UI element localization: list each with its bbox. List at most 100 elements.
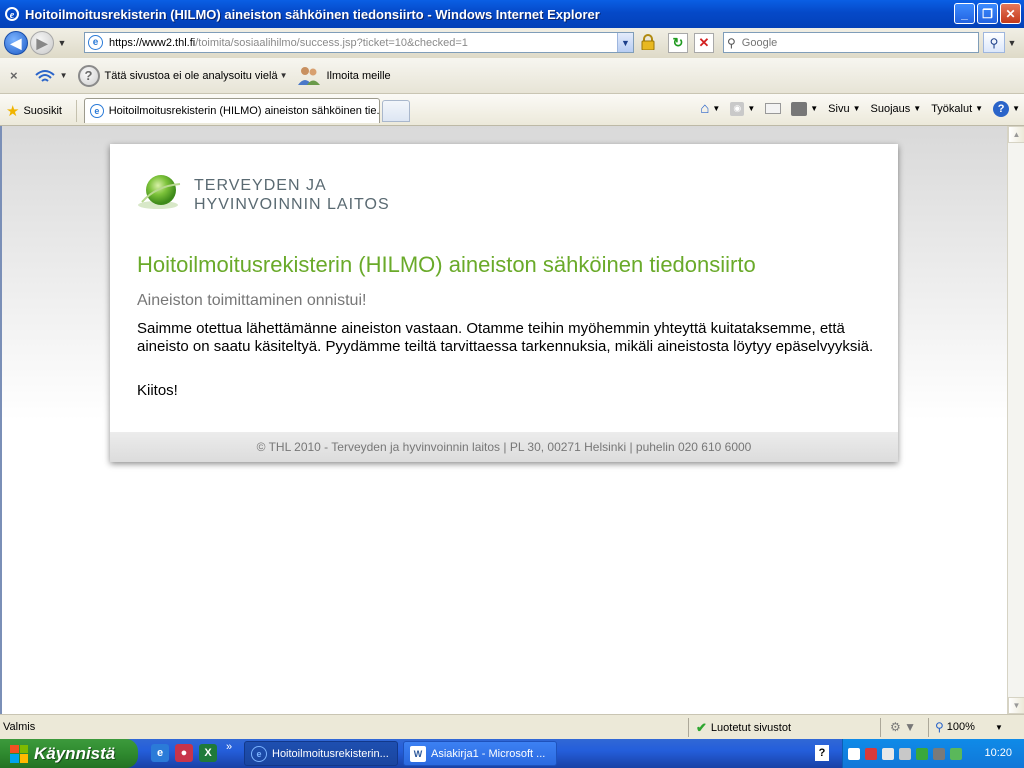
quicklaunch-excel-icon[interactable]: X — [199, 744, 217, 762]
clock[interactable]: 10:20 — [984, 747, 1012, 759]
phishing-filter-dropdown[interactable]: ▼ — [60, 71, 68, 80]
title-bar: e Hoitoilmoitusrekisterin (HILMO) aineis… — [0, 0, 1024, 28]
svg-text:e: e — [10, 10, 15, 21]
favorites-button[interactable]: ★ Suosikit — [6, 102, 62, 120]
stop-button[interactable]: ✕ — [694, 33, 714, 53]
page-title: Hoitoilmoitusrekisterin (HILMO) aineisto… — [137, 252, 756, 277]
search-input[interactable] — [739, 35, 960, 50]
people-icon[interactable] — [297, 65, 321, 87]
window-controls: _ ❐ ✕ — [954, 3, 1021, 24]
body-text: Saimme otettua lähettämänne aineiston va… — [137, 320, 874, 355]
page-menu-label: Sivu — [828, 102, 850, 115]
url-path: /toimita/sosiaalihilmo/success.jsp?ticke… — [195, 36, 468, 49]
taskbar-item-word-label: Asiakirja1 - Microsoft ... — [431, 747, 546, 760]
command-bar: ⌂ ▼ ◉ ▼ ▼ Sivu ▼ Suojaus ▼ Työkalut ▼ ? ▼ — [690, 100, 1020, 117]
print-icon — [791, 101, 808, 116]
page-menu[interactable]: Sivu ▼ — [828, 103, 860, 115]
tray-search-icon[interactable] — [848, 747, 860, 760]
read-mail-button[interactable] — [765, 103, 782, 114]
quicklaunch-media-icon[interactable]: ● — [175, 744, 193, 762]
toolbar-close-icon[interactable]: × — [10, 68, 18, 83]
protected-mode-icon[interactable]: ⚙ ▼ — [890, 720, 916, 734]
page-content: TERVEYDEN JA HYVINVOINNIN LAITOS Hoitoil… — [0, 126, 1007, 714]
quicklaunch-more-icon[interactable]: » — [226, 741, 232, 753]
start-button[interactable]: Käynnistä — [0, 739, 138, 768]
question-icon[interactable]: ? — [77, 64, 100, 87]
forward-button[interactable]: ▶ — [30, 31, 54, 55]
window-title: Hoitoilmoitusrekisterin (HILMO) aineisto… — [25, 6, 600, 22]
logo-line-2: HYVINVOINNIN LAITOS — [194, 196, 390, 213]
report-link[interactable]: Ilmoita meille — [326, 70, 390, 82]
status-separator — [880, 718, 881, 737]
tab-page-icon: e — [90, 104, 104, 118]
tray-security-icon[interactable] — [865, 747, 877, 760]
quicklaunch-ie-icon[interactable]: e — [151, 744, 169, 762]
search-icon: ⚲ — [727, 35, 736, 50]
url-host: https://www2.thl.fi — [109, 36, 196, 49]
address-bar[interactable]: e https://www2.thl.fi/toimita/sosiaalihi… — [84, 32, 634, 53]
security-zone[interactable]: ✔ Luotetut sivustot — [696, 720, 791, 736]
logo-text: TERVEYDEN JA HYVINVOINNIN LAITOS — [194, 176, 390, 214]
vertical-scrollbar[interactable]: ▲ ▼ — [1007, 126, 1024, 714]
tray-volume-icon[interactable] — [899, 747, 911, 760]
safety-menu[interactable]: Suojaus ▼ — [871, 103, 922, 115]
tools-menu-label: Työkalut — [931, 102, 973, 115]
address-dropdown[interactable]: ▼ — [617, 33, 633, 52]
search-button[interactable]: ⚲ — [983, 32, 1005, 53]
zone-label: Luotetut sivustot — [710, 722, 792, 734]
new-tab-button[interactable] — [382, 100, 410, 122]
tools-menu[interactable]: Työkalut ▼ — [931, 103, 983, 115]
system-tray: 10:20 — [842, 739, 1024, 768]
address-url[interactable]: https://www2.thl.fi/toimita/sosiaalihilm… — [109, 37, 468, 49]
minimize-button[interactable]: _ — [954, 3, 975, 24]
language-help-icon[interactable]: ? — [815, 745, 829, 761]
search-box[interactable]: ⚲ — [723, 32, 979, 53]
tab-active[interactable]: e Hoitoilmoitusrekisterin (HILMO) aineis… — [84, 98, 380, 123]
rss-icon: ◉ — [730, 101, 745, 116]
ie-icon: e — [5, 7, 19, 21]
thl-orb-icon — [138, 175, 181, 209]
star-icon: ★ — [6, 103, 20, 120]
scroll-up-button[interactable]: ▲ — [1008, 126, 1024, 143]
history-dropdown[interactable]: ▼ — [56, 38, 68, 48]
favorites-label: Suosikit — [23, 105, 62, 117]
maximize-button[interactable]: ❐ — [977, 3, 998, 24]
word-task-icon: W — [410, 745, 426, 762]
tab-label: Hoitoilmoitusrekisterin (HILMO) aineisto… — [108, 105, 379, 117]
help-icon: ? — [993, 100, 1010, 117]
phishing-status-dropdown[interactable]: ▼ — [280, 71, 288, 80]
tray-wifi-icon[interactable] — [916, 747, 928, 760]
tray-network-icon[interactable] — [882, 747, 894, 760]
tray-nvidia-icon[interactable] — [950, 747, 962, 760]
ie-task-icon: e — [251, 745, 267, 762]
thl-logo[interactable]: TERVEYDEN JA HYVINVOINNIN LAITOS — [128, 168, 390, 218]
phishing-filter-icon[interactable] — [32, 66, 58, 86]
taskbar-item-word[interactable]: W Asiakirja1 - Microsoft ... — [403, 741, 557, 766]
page-subtitle: Aineiston toimittaminen onnistui! — [137, 292, 367, 309]
phishing-status-label[interactable]: Tätä sivustoa ei ole analysoitu vielä — [105, 70, 278, 82]
print-button[interactable]: ▼ — [791, 101, 818, 116]
feeds-button[interactable]: ◉ ▼ — [730, 101, 755, 116]
windows-logo-icon — [10, 744, 28, 763]
lock-icon[interactable] — [638, 32, 658, 52]
scroll-down-button[interactable]: ▼ — [1008, 697, 1024, 714]
status-bar: Valmis ✔ Luotetut sivustot ⚙ ▼ ⚲ 100% ▼ — [0, 714, 1024, 739]
taskbar-item-ie[interactable]: e Hoitoilmoitusrekisterin... — [244, 741, 398, 766]
taskbar: Käynnistä e ● X » e Hoitoilmoitusrekiste… — [0, 739, 1024, 768]
back-button[interactable]: ◀ — [4, 31, 28, 55]
refresh-button[interactable]: ↻ — [668, 33, 688, 53]
safety-menu-label: Suojaus — [870, 102, 911, 115]
home-button[interactable]: ⌂ ▼ — [700, 100, 720, 117]
home-icon: ⌂ — [700, 100, 710, 117]
search-options-dropdown[interactable]: ▼ — [1006, 32, 1018, 53]
zoom-level: 100% — [946, 721, 975, 733]
content-card: TERVEYDEN JA HYVINVOINNIN LAITOS Hoitoil… — [110, 144, 898, 462]
logo-line-1: TERVEYDEN JA — [194, 177, 327, 194]
close-button[interactable]: ✕ — [1000, 3, 1021, 24]
phishing-toolbar: × ▼ ? Tätä sivustoa ei ole analysoitu vi… — [0, 58, 1024, 94]
tray-device-icon[interactable] — [933, 747, 945, 760]
help-button[interactable]: ? ▼ — [993, 100, 1020, 117]
check-icon: ✔ — [696, 720, 707, 735]
zoom-control[interactable]: ⚲ 100% ▼ — [935, 720, 1003, 734]
tab-bar: ★ Suosikit e Hoitoilmoitusrekisterin (HI… — [0, 94, 1024, 126]
